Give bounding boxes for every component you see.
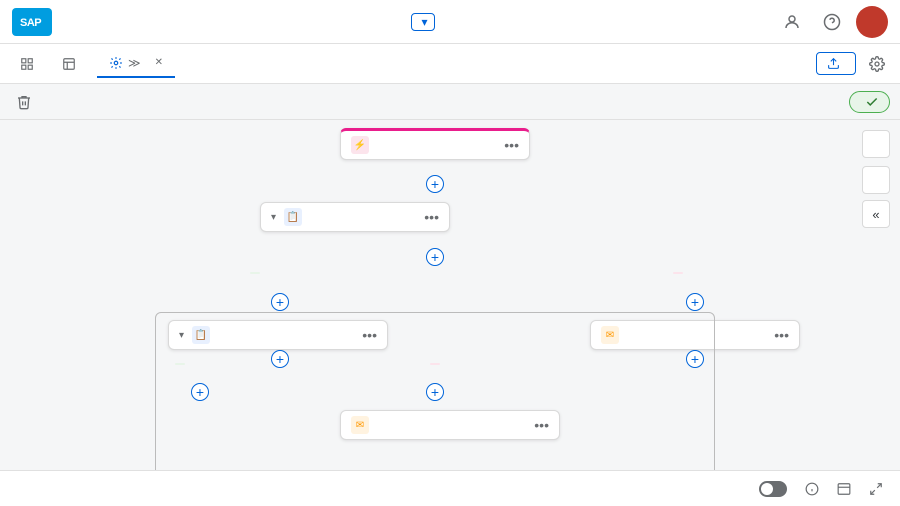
info-icon-button[interactable] bbox=[800, 477, 824, 501]
zoom-out-button[interactable] bbox=[862, 166, 890, 194]
avatar[interactable] bbox=[856, 6, 888, 38]
unattended-mode-toggle[interactable] bbox=[759, 481, 792, 497]
tab-home[interactable] bbox=[8, 51, 46, 77]
collapse-all-button[interactable]: « bbox=[862, 200, 890, 228]
saved-badge bbox=[849, 91, 890, 113]
tab-actions bbox=[816, 49, 892, 79]
tab-list: ≫ ✕ bbox=[8, 50, 816, 78]
zoom-controls: « bbox=[862, 130, 890, 228]
close-tab-icon[interactable]: ✕ bbox=[155, 57, 163, 68]
approval-form-node: ▾ 📋 ••• bbox=[260, 202, 450, 232]
sap-logo: SAP bbox=[12, 8, 52, 36]
reject-notif-menu[interactable]: ••• bbox=[774, 327, 789, 343]
delete-button[interactable] bbox=[10, 88, 38, 116]
form-icon: 📋 bbox=[284, 208, 302, 226]
bottom-right-actions bbox=[759, 477, 888, 501]
branch-container bbox=[155, 312, 715, 470]
top-nav: SAP ▾ bbox=[0, 0, 900, 44]
form-menu[interactable]: ••• bbox=[424, 209, 439, 225]
tab-overview[interactable] bbox=[50, 51, 93, 77]
collapse-icon[interactable]: ▾ bbox=[271, 212, 276, 223]
approve-label-1 bbox=[250, 272, 260, 274]
toggle-icon[interactable] bbox=[759, 481, 787, 497]
nav-center: ▾ bbox=[72, 13, 766, 31]
svg-text:SAP: SAP bbox=[20, 17, 41, 29]
help-icon-button[interactable] bbox=[816, 6, 848, 38]
trigger-node: ⚡ ••• bbox=[340, 128, 530, 160]
nav-actions bbox=[776, 6, 888, 38]
release-button[interactable] bbox=[816, 52, 856, 75]
add-button-reject-1[interactable]: + bbox=[686, 293, 704, 311]
bottom-bar bbox=[0, 470, 900, 506]
tab-process[interactable]: ≫ ✕ bbox=[97, 50, 175, 78]
add-button-approve-1[interactable]: + bbox=[271, 293, 289, 311]
trigger-menu[interactable]: ••• bbox=[504, 137, 519, 153]
zoom-in-button[interactable] bbox=[862, 130, 890, 158]
tab-bar: ≫ ✕ bbox=[0, 44, 900, 84]
add-button-1[interactable]: + bbox=[426, 175, 444, 193]
reject-label-1 bbox=[673, 272, 683, 274]
settings-icon-button[interactable] bbox=[862, 49, 892, 79]
window-icon-button[interactable] bbox=[832, 477, 856, 501]
canvas-toolbar bbox=[0, 84, 900, 120]
add-button-2[interactable]: + bbox=[426, 248, 444, 266]
expand-icon-button[interactable] bbox=[864, 477, 888, 501]
trigger-icon: ⚡ bbox=[351, 136, 369, 154]
canvas-area[interactable]: ⚡ ••• + ▾ 📋 ••• + + + ▾ 📋 ••• ✉ ••• + + bbox=[0, 120, 900, 470]
person-icon-button[interactable] bbox=[776, 6, 808, 38]
editable-dropdown[interactable]: ▾ bbox=[411, 13, 434, 31]
